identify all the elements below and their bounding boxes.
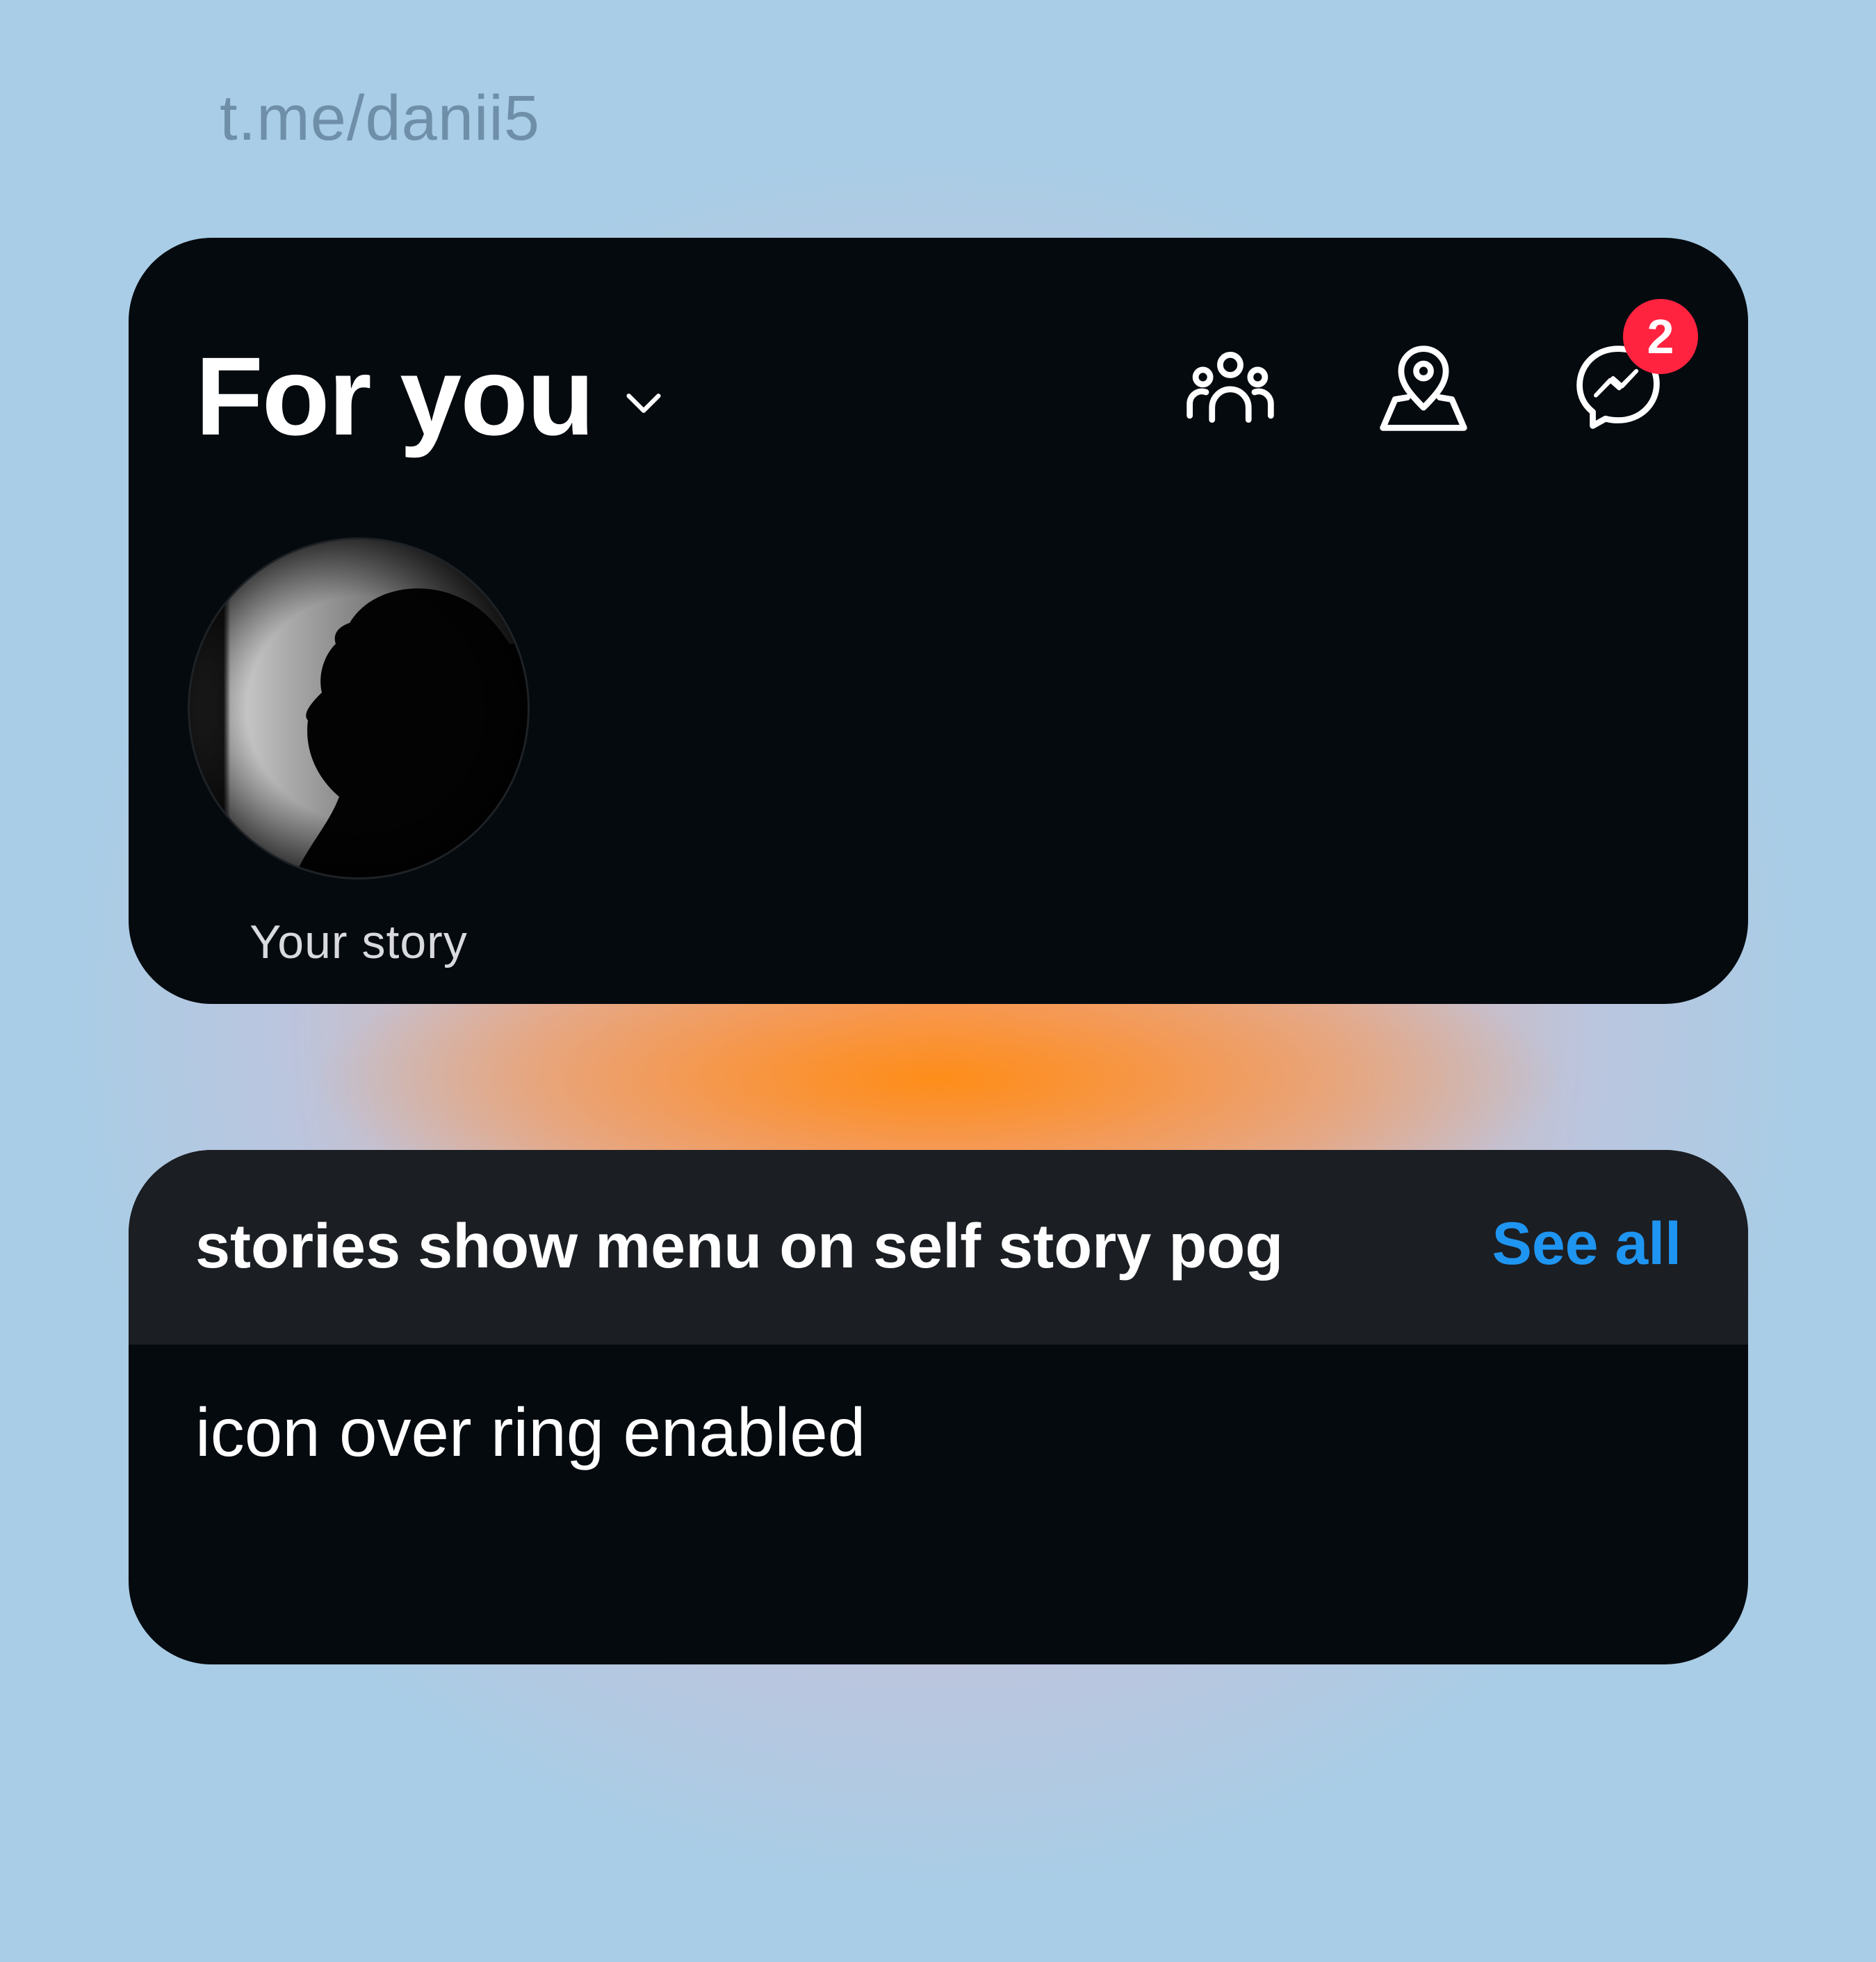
map-pin-icon [1380,346,1467,431]
avatar-image [190,540,528,877]
info-card: stories show menu on self story pog See … [129,1150,1748,1664]
chevron-down-icon [626,394,661,413]
section-title: stories show menu on self story pog [195,1212,1284,1281]
friends-icon [1186,351,1274,423]
avatar[interactable] [190,540,528,877]
feed-selector[interactable]: For you [195,341,666,452]
story-label: Your story [250,916,468,968]
friends-button[interactable] [1178,335,1282,439]
map-button[interactable] [1371,335,1476,439]
story-item-self[interactable]: Your story [190,540,528,969]
section-header: stories show menu on self story pog See … [129,1150,1748,1345]
see-all-link[interactable]: See all [1492,1210,1681,1279]
notification-badge: 2 [1623,299,1698,374]
stories-card: For you 2 Your story [129,238,1748,1004]
section-body-text: icon over ring enabled [195,1394,866,1470]
page-title: For you [195,334,595,458]
watermark-text: t.me/danii5 [220,83,541,154]
